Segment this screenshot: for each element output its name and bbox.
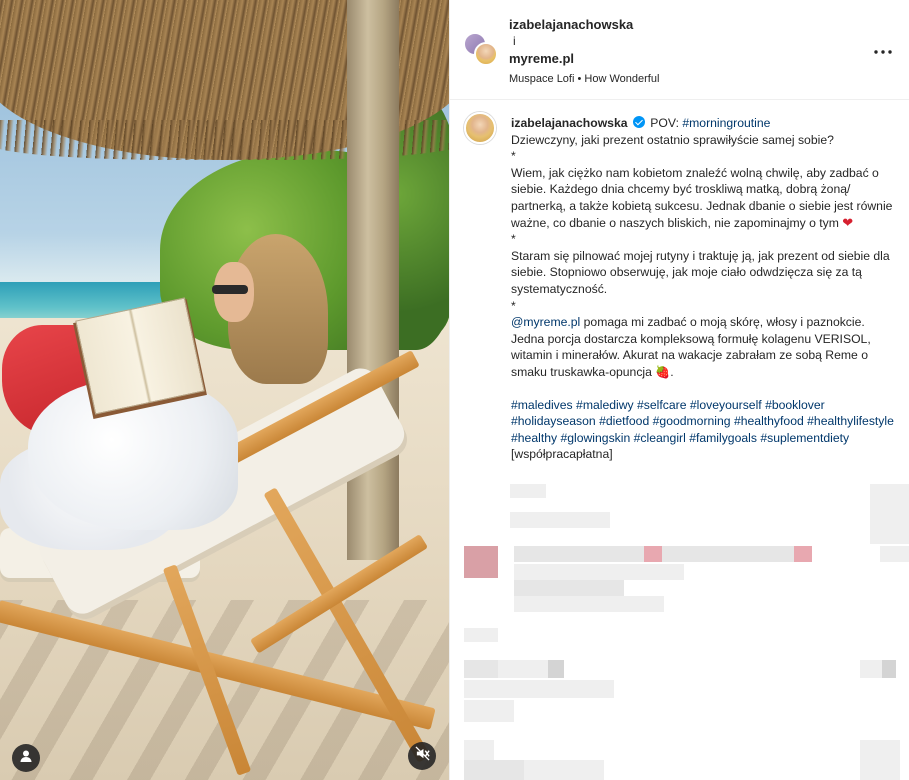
redacted-block: [860, 740, 900, 780]
caption-pov: POV:: [650, 116, 679, 130]
caption-paragraph: Staram się pilnować mojej rutyny i trakt…: [511, 248, 890, 296]
user-tag-icon: [19, 749, 33, 768]
hashtag-link[interactable]: #dietfood: [599, 414, 649, 428]
wooden-pole: [347, 0, 399, 560]
caption-username-link[interactable]: izabelajanachowska: [511, 116, 628, 130]
audio-track-link[interactable]: Muspace Lofi • How Wonderful: [509, 71, 659, 88]
redacted-block: [514, 580, 624, 596]
author-separator: i: [513, 34, 516, 48]
redacted-block: [464, 628, 498, 642]
redacted-block: [510, 512, 610, 528]
audio-muted-icon: [414, 746, 430, 766]
hashtag-link[interactable]: #healthy: [511, 431, 557, 445]
caption-star: *: [511, 232, 516, 247]
post-header: izabelajanachowska i myreme.pl Muspace L…: [450, 0, 909, 100]
hashtag-link[interactable]: #loveyourself: [690, 398, 762, 412]
avatar[interactable]: [474, 42, 498, 66]
redacted-block: [514, 596, 664, 612]
user-tag-button[interactable]: [12, 744, 40, 772]
redacted-block: [464, 700, 514, 722]
redacted-block: [464, 680, 614, 698]
post-authors: izabelajanachowska i myreme.pl Muspace L…: [509, 16, 659, 88]
hashtag-link[interactable]: #goodmorning: [653, 414, 731, 428]
strawberry-emoji-icon: 🍓: [655, 364, 671, 379]
sunglasses: [212, 285, 248, 294]
redacted-block: [882, 660, 896, 678]
hashtag-link[interactable]: #cleangirl: [634, 431, 686, 445]
coauthor-username-link[interactable]: myreme.pl: [509, 50, 659, 67]
redacted-block: [880, 546, 909, 562]
redacted-block: [514, 564, 684, 580]
redacted-block: [860, 660, 882, 678]
redacted-block: [548, 660, 564, 678]
hashtag-link[interactable]: #holidayseason: [511, 414, 596, 428]
hashtag-link[interactable]: #selfcare: [637, 398, 686, 412]
caption-question: Dziewczyny, jaki prezent ostatnio sprawi…: [511, 132, 834, 147]
hashtag-link[interactable]: #glowingskin: [560, 431, 630, 445]
mention-link[interactable]: @myreme.pl: [511, 315, 580, 329]
redacted-block: [662, 546, 794, 562]
caption-text: izabelajanachowska POV: #morningroutine …: [511, 115, 901, 463]
hashtag-link[interactable]: #maledives: [511, 398, 573, 412]
redacted-block: [514, 546, 644, 562]
mute-button[interactable]: [408, 742, 436, 770]
hashtag-link[interactable]: #suplementdiety: [760, 431, 849, 445]
heart-emoji-icon: ❤: [842, 214, 854, 230]
hashtag-link[interactable]: #malediwy: [576, 398, 634, 412]
paid-partnership-label: [współpracapłatna]: [511, 447, 613, 462]
caption-paragraph: Wiem, jak ciężko nam kobietom znaleźć wo…: [511, 165, 893, 230]
post-media[interactable]: [0, 0, 449, 780]
redacted-block: [510, 484, 546, 498]
redacted-block: [524, 760, 604, 780]
redacted-block: [870, 484, 909, 544]
more-options-button[interactable]: [871, 38, 895, 58]
post-side-panel: izabelajanachowska i myreme.pl Muspace L…: [449, 0, 909, 780]
redacted-avatar: [464, 546, 498, 578]
avatar[interactable]: [464, 112, 496, 144]
redacted-block: [794, 546, 812, 562]
redacted-block: [498, 660, 548, 678]
caption-star: *: [511, 298, 516, 313]
hashtag-link[interactable]: #healthylifestyle: [807, 414, 894, 428]
verified-badge-icon: [632, 116, 645, 128]
hashtag-list: #maledives #malediwy #selfcare #loveyour…: [511, 397, 901, 463]
author-username-link[interactable]: izabelajanachowska: [509, 16, 659, 33]
redacted-block: [464, 760, 524, 780]
hashtag-link[interactable]: #healthyfood: [734, 414, 804, 428]
caption-star: *: [511, 149, 516, 164]
redacted-block: [644, 546, 662, 562]
collab-avatars[interactable]: [464, 33, 498, 67]
hashtag-link[interactable]: #booklover: [765, 398, 825, 412]
redacted-avatar: [464, 660, 498, 678]
hashtag-link[interactable]: #morningroutine: [682, 116, 770, 130]
hashtag-link[interactable]: #familygoals: [689, 431, 757, 445]
redacted-avatar: [464, 740, 494, 760]
more-horizontal-icon: [874, 38, 892, 59]
caption-period: .: [670, 364, 674, 379]
